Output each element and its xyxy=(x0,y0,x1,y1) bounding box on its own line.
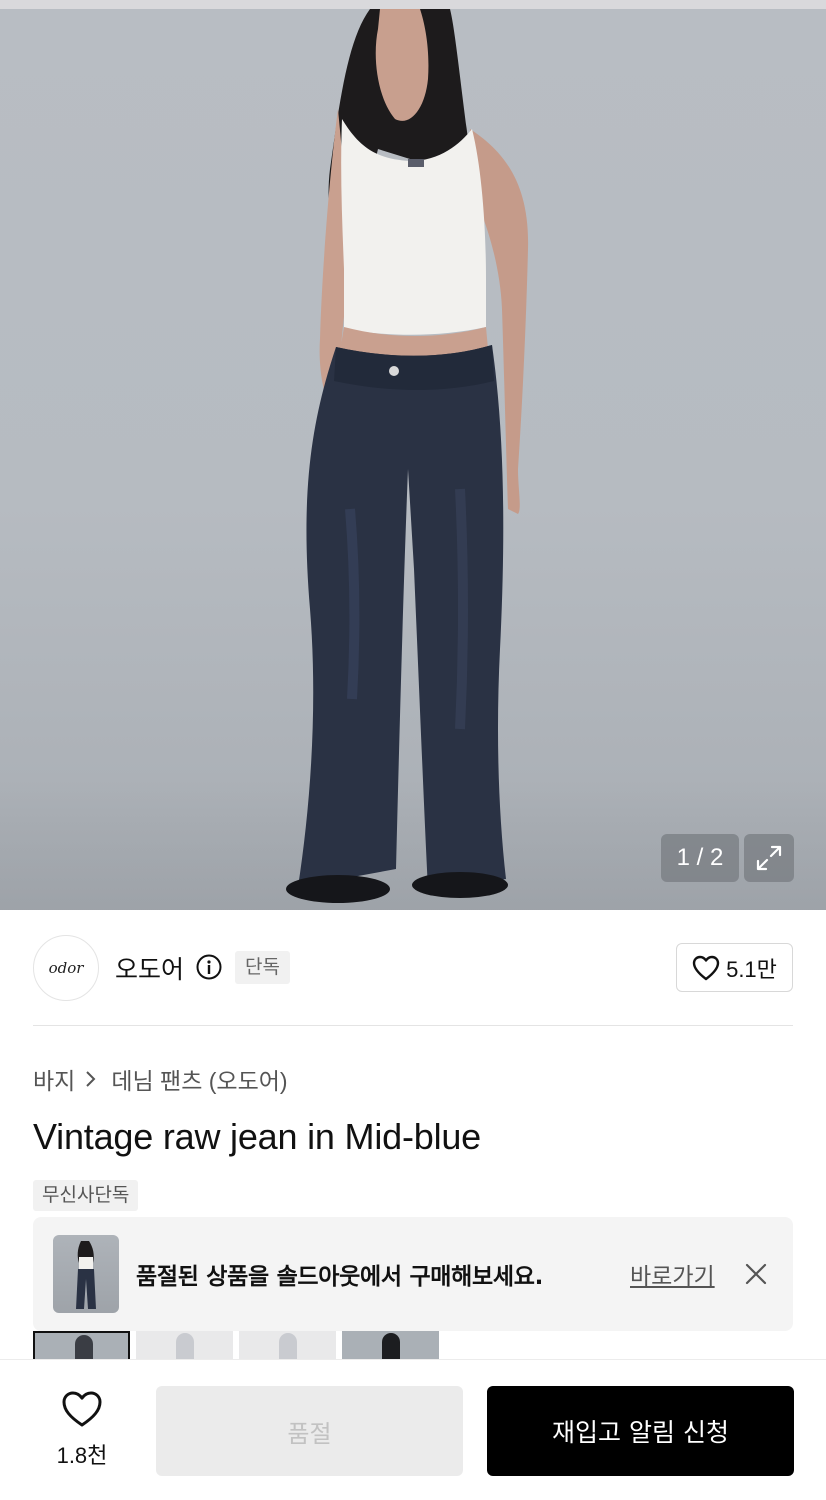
fullscreen-button[interactable] xyxy=(744,834,794,882)
chevron-right-icon xyxy=(85,1068,101,1090)
brand-logo[interactable]: odor xyxy=(33,935,99,1001)
brand-name[interactable]: 오도어 xyxy=(115,950,184,986)
wishlist-button[interactable]: 1.8천 xyxy=(40,1390,124,1470)
soldout-button: 품절 xyxy=(156,1386,463,1476)
thumbnail-item[interactable] xyxy=(33,1331,130,1359)
thumbnail-item[interactable] xyxy=(239,1331,336,1359)
brand-like-button[interactable]: 5.1만 xyxy=(676,943,793,992)
thumbnail-item[interactable] xyxy=(342,1331,439,1359)
divider xyxy=(33,1025,793,1026)
breadcrumb: 바지 데님 팬츠 (오도어) xyxy=(33,1062,288,1096)
brand-row: odor 오도어 단독 5.1만 xyxy=(33,935,793,1001)
info-icon[interactable] xyxy=(196,954,222,980)
close-icon[interactable] xyxy=(743,1261,769,1287)
restock-alert-button[interactable]: 재입고 알림 신청 xyxy=(487,1386,794,1476)
musinsa-exclusive-tag: 무신사단독 xyxy=(33,1180,139,1211)
image-counter: 1 / 2 xyxy=(661,834,739,882)
breadcrumb-category[interactable]: 바지 xyxy=(33,1062,75,1096)
breadcrumb-subcategory[interactable]: 데님 팬츠 (오도어) xyxy=(111,1062,287,1096)
wishlist-count: 1.8천 xyxy=(56,1443,108,1468)
bottom-action-bar: 1.8천 품절 재입고 알림 신청 xyxy=(0,1359,826,1500)
expand-icon xyxy=(756,845,782,871)
exclusive-badge: 단독 xyxy=(235,951,290,984)
top-status-line xyxy=(0,0,826,9)
heart-icon xyxy=(62,1391,102,1427)
product-photo xyxy=(286,9,529,903)
soldout-banner: 품절된 상품을 솔드아웃에서 구매해보세요. 바로가기 xyxy=(33,1217,793,1331)
product-image-gallery[interactable]: 1 / 2 xyxy=(0,9,826,910)
heart-icon xyxy=(692,955,720,980)
banner-link[interactable]: 바로가기 xyxy=(630,1257,715,1291)
thumbnail-item[interactable] xyxy=(136,1331,233,1359)
thumbnail-strip xyxy=(33,1331,439,1359)
banner-thumbnail xyxy=(53,1235,119,1313)
brand-logo-text: odor xyxy=(48,959,84,977)
product-title: Vintage raw jean in Mid-blue xyxy=(33,1116,482,1157)
like-count: 5.1만 xyxy=(726,956,777,982)
banner-message: 품절된 상품을 솔드아웃에서 구매해보세요. xyxy=(136,1264,544,1290)
